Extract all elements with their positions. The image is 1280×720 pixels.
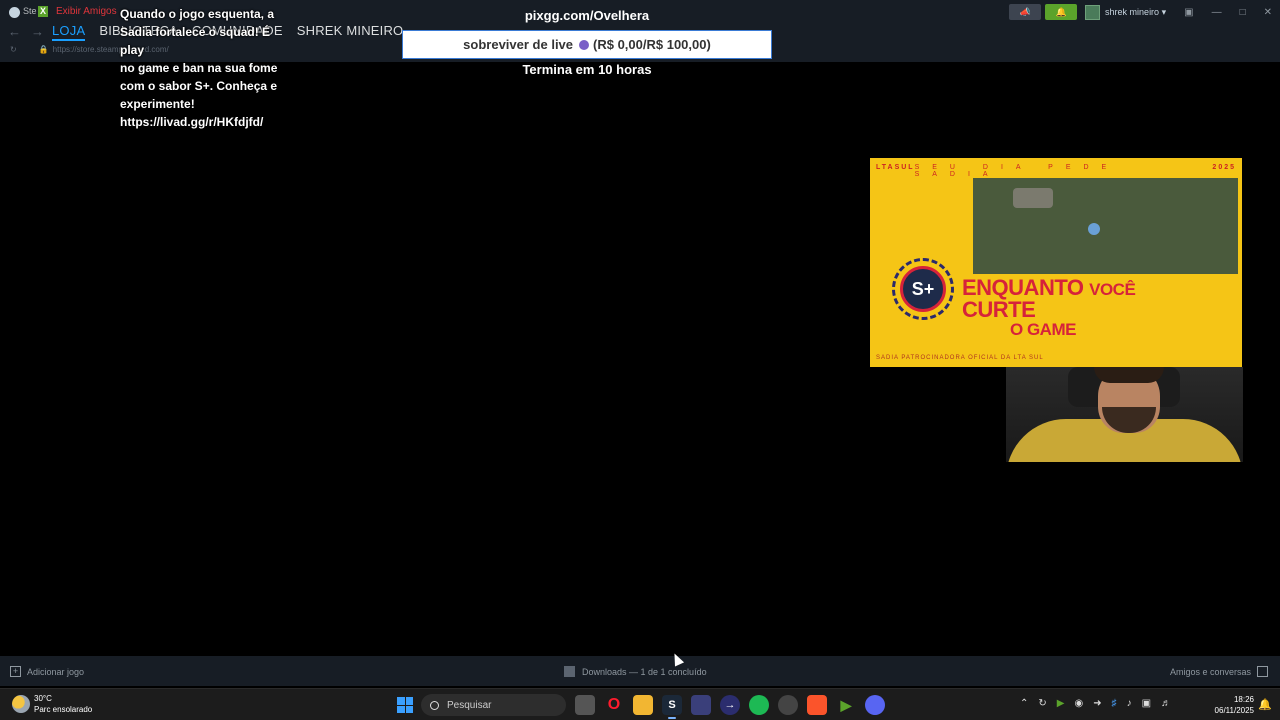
maximize-icon[interactable]: □ [1240,7,1246,18]
downloads-button[interactable]: Downloads — 1 de 1 concluído [564,666,707,677]
clock-date: 06/11/2025 [1214,706,1254,715]
tab-profile[interactable]: SHREK MINEIRO [297,23,404,41]
window-controls: ▣ — □ ✕ [1184,7,1272,18]
avatar [1085,4,1101,20]
goal-timer: Termina em 10 horas [522,62,652,77]
ad-league-label: LTASUL [876,164,915,171]
temperature: 30°C [34,694,52,703]
ad-top-row: LTASUL SEU DIA PEDE SADIA 2025 [876,164,1236,178]
play-app-icon[interactable]: ▶ [836,695,856,715]
friends-chat-label: Amigos e conversas [1169,666,1251,677]
arrow-app-icon[interactable]: → [720,695,740,715]
ad-footer-text: SADIA PATROCINADORA OFICIAL DA LTA SUL [876,355,1044,361]
chevron-up-icon[interactable]: ⌃ [1020,698,1028,709]
goal-amount: (R$ 0,00/R$ 100,00) [593,37,711,52]
steam-logo-icon[interactable] [9,7,20,18]
settings-icon[interactable] [778,695,798,715]
ad-year: 2025 [1212,164,1236,171]
sadia-seal-logo: S+ [892,258,954,320]
tab-store[interactable]: LOJA [52,23,86,41]
chat-icon [1257,666,1268,677]
microphone-icon[interactable]: ♪ [1127,698,1132,709]
minimize-icon[interactable]: — [1212,7,1222,18]
ad-gameplay-image [973,178,1238,274]
clock-time: 18:26 [1233,695,1254,704]
app-icon[interactable] [691,695,711,715]
downloads-status: Downloads — 1 de 1 concluído [582,666,707,677]
chat-link[interactable]: https://livad.gg/r/HKfdjfd/ [120,113,295,131]
ad-headline-word: VOCÊ [1089,280,1136,299]
chat-line: Sadia fortalece o squad! É play [120,25,271,57]
announcements-icon[interactable]: 📣 [1009,4,1042,20]
chat-line: com o sabor S+. Conheça e [120,79,278,93]
notifications-bell-icon[interactable]: 🔔 [1045,4,1078,20]
sadia-ad-banner: LTASUL SEU DIA PEDE SADIA 2025 S+ ENQUAN… [870,158,1242,367]
brave-icon[interactable] [807,695,827,715]
pinned-apps: O S → ▶ [575,695,885,719]
reload-icon[interactable]: ↻ [10,45,17,54]
taskbar-clock[interactable]: 18:26 06/11/2025 [1204,694,1254,716]
pix-icon [579,39,590,50]
partly-sunny-icon [12,695,30,713]
discord-icon[interactable] [865,695,885,715]
system-tray: ⌃ ↻ ▶ ◉ ➜ ♯ ♪ ▣ ♬ [1020,698,1171,709]
weather-widget[interactable]: 30°C Parc ensolarado [12,693,92,715]
chat-line: no game e ban na sua fome [120,61,278,75]
pix-donation-url: pixgg.com/Ovelhera [524,8,650,23]
username: shrek mineiro [1105,7,1160,17]
search-placeholder: Pesquisar [447,699,492,711]
streamer-webcam [1006,367,1243,462]
file-explorer-icon[interactable] [633,695,653,715]
spotify-icon[interactable] [749,695,769,715]
windows-taskbar: 30°C Parc ensolarado Pesquisar O S → ▶ ⌃… [0,688,1280,720]
record-icon[interactable]: ◉ [1074,698,1083,709]
friends-chat-button[interactable]: Amigos e conversas [1170,666,1268,677]
top-right-controls: 📣 🔔 shrek mineiro ▾ ▣ — □ ✕ [1009,0,1280,24]
ad-slogan: SEU DIA PEDE SADIA [914,164,1120,178]
big-picture-icon[interactable]: ▣ [1184,7,1193,18]
webcam-hair [1094,367,1164,383]
plus-icon: + [10,666,21,677]
network-icon[interactable]: ▣ [1142,698,1151,709]
ad-headline: ENQUANTO VOCÊ CURTE O GAME [962,277,1136,340]
close-icon[interactable]: ✕ [1264,7,1272,18]
nav-arrows: ← → [8,24,54,39]
ad-headline-line: CURTE [962,297,1036,322]
forward-icon[interactable]: ➜ [1093,698,1101,709]
play-tray-icon[interactable]: ▶ [1057,698,1065,709]
ad-footer: SADIA PATROCINADORA OFICIAL DA LTA SUL [876,355,1236,361]
bluetooth-icon[interactable]: ♯ [1112,698,1117,709]
chevron-down-icon: ▾ [1159,6,1167,17]
s-plus-logo: S+ [900,266,946,312]
back-arrow-icon[interactable]: ← [8,24,21,39]
add-game-label: Adicionar jogo [27,666,85,677]
volume-icon[interactable]: ♬ [1161,698,1171,709]
steam-taskbar-icon[interactable]: S [662,695,682,719]
goal-text: sobreviver de live [463,37,574,52]
lock-icon: 🔒 [38,45,49,54]
view-friends-menu[interactable]: Exibir Amigos [56,6,117,17]
steam-bottom-bar: + Adicionar jogo Downloads — 1 de 1 conc… [0,656,1280,686]
add-game-button[interactable]: + Adicionar jogo [10,666,84,677]
download-icon [564,666,575,677]
chat-line: experimente! [120,97,195,111]
forward-arrow-icon[interactable]: → [31,24,44,39]
windows-start-icon[interactable] [397,697,413,713]
chat-line: Quando o jogo esquenta, a [120,7,275,21]
sponsored-chat-message: Quando o jogo esquenta, a Sadia fortalec… [120,5,295,131]
steam-menu[interactable]: Ste [23,6,37,16]
sync-icon[interactable]: ↻ [1038,698,1046,709]
user-menu[interactable]: shrek mineiro ▾ [1085,4,1167,20]
donation-goal-bar: sobreviver de live (R$ 0,00/R$ 100,00) [402,30,772,59]
weather-condition: Parc ensolarado [34,705,93,714]
ad-headline-line: O GAME [1010,320,1076,339]
task-view-icon[interactable] [575,695,595,715]
xbox-icon: X [38,6,48,17]
opera-icon[interactable]: O [604,695,624,715]
search-icon [430,700,439,710]
notification-bell-icon[interactable]: 🔔 [1258,698,1272,711]
taskbar-search[interactable]: Pesquisar [421,694,566,716]
